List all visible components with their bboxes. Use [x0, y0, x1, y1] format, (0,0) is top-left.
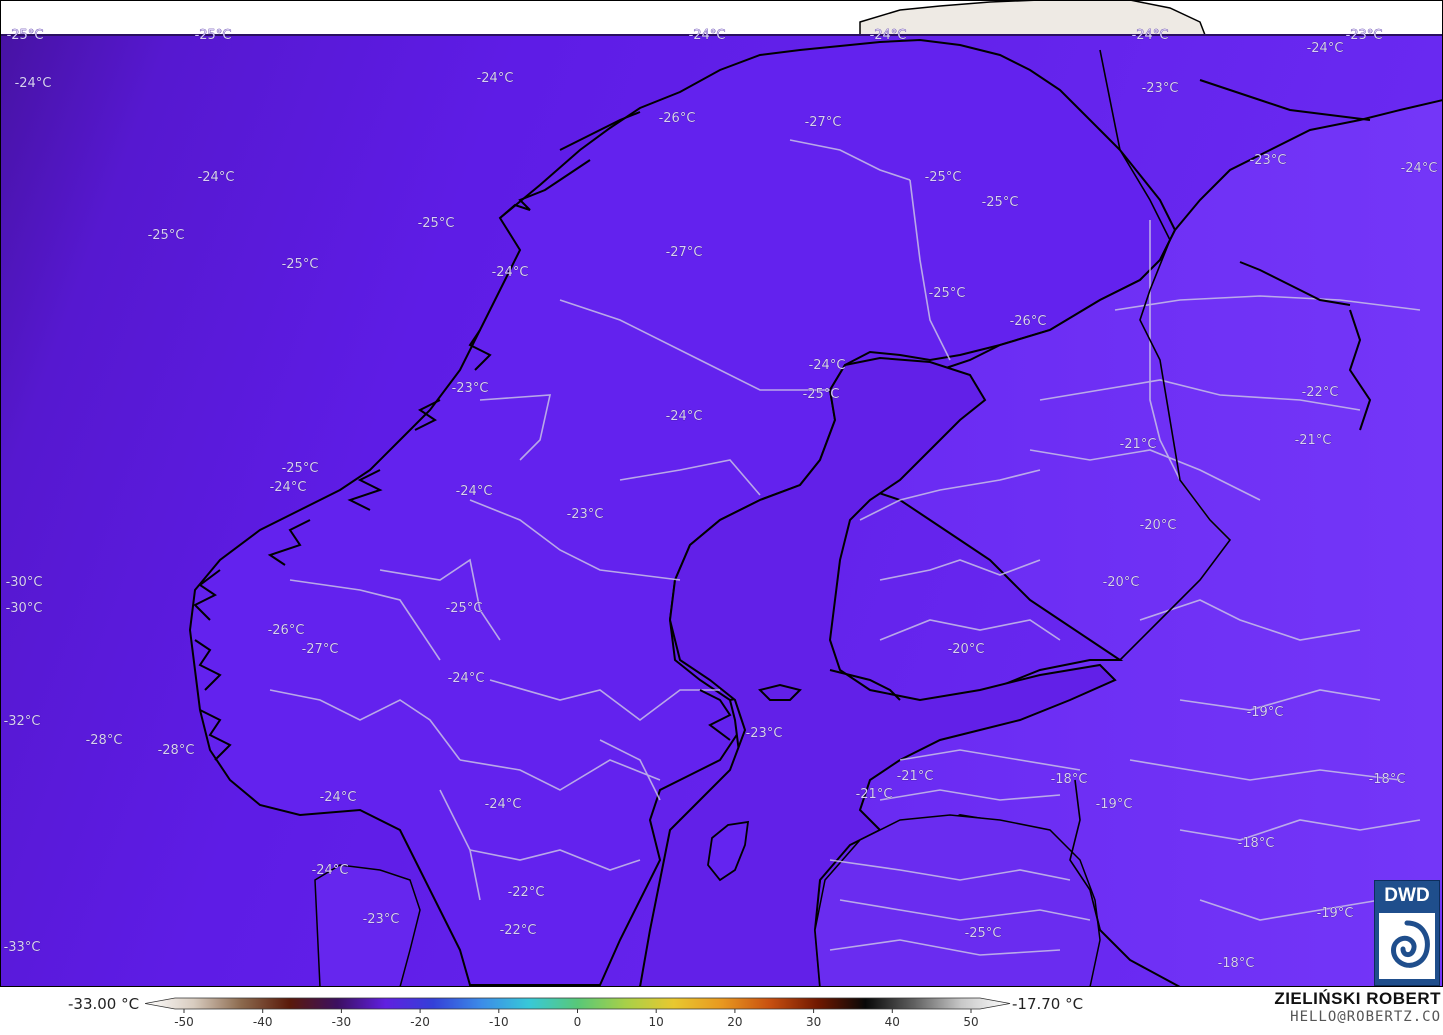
colorbar-tick-label: -20 — [410, 1015, 430, 1029]
temperature-label: -24°C — [1307, 41, 1344, 56]
temperature-label: -26°C — [1010, 314, 1047, 329]
temperature-label: -19°C — [1317, 906, 1354, 921]
temperature-label: -28°C — [158, 743, 195, 758]
temperature-label: -21°C — [897, 769, 934, 784]
temperature-label: -22°C — [500, 923, 537, 938]
temperature-label: -25°C — [282, 257, 319, 272]
temperature-label: -24°C — [456, 484, 493, 499]
temperature-label: -32°C — [4, 714, 41, 729]
colorbar-tick-label: -30 — [332, 1015, 352, 1029]
temperature-label: -24°C — [270, 480, 307, 495]
temperature-label: -33°C — [4, 940, 41, 955]
temperature-label: -23°C — [746, 726, 783, 741]
colorbar-tick-label: 0 — [574, 1015, 582, 1029]
temperature-label: -24°C — [448, 671, 485, 686]
temperature-label: -25°C — [7, 28, 44, 43]
temperature-label: -20°C — [948, 642, 985, 657]
temperature-label: -27°C — [666, 245, 703, 260]
temperature-label: -24°C — [320, 790, 357, 805]
credit-email: HELLO@ROBERTZ.CO — [1290, 1009, 1441, 1025]
temperature-label: -26°C — [268, 623, 305, 638]
temperature-label: -21°C — [1295, 433, 1332, 448]
dwd-logo-text: DWD — [1384, 885, 1430, 906]
temperature-label: -23°C — [452, 381, 489, 396]
temperature-label: -24°C — [666, 409, 703, 424]
temperature-label: -25°C — [418, 216, 455, 231]
temperature-label: -24°C — [1132, 28, 1169, 43]
temperature-label: -24°C — [477, 71, 514, 86]
temperature-label: -23°C — [1346, 28, 1383, 43]
temperature-label: -24°C — [198, 170, 235, 185]
colorbar-tick-label: -40 — [253, 1015, 273, 1029]
temperature-label: -19°C — [1247, 705, 1284, 720]
credit-block: ZIELIŃSKI ROBERT HELLO@ROBERTZ.CO — [1274, 989, 1441, 1025]
colorbar-footer: -33.00 °C -50 -40 -30 -20 -10 0 10 20 30 40 50 -17… — [0, 987, 1443, 1035]
temperature-label: -25°C — [982, 195, 1019, 210]
temperature-label: -24°C — [485, 797, 522, 812]
credit-name: ZIELIŃSKI ROBERT — [1274, 989, 1441, 1008]
temperature-label: -25°C — [195, 28, 232, 43]
temperature-label: -30°C — [6, 575, 43, 590]
temperature-label: -28°C — [86, 733, 123, 748]
colorbar: -50 -40 -30 -20 -10 0 10 20 30 40 50 — [145, 997, 1011, 1029]
temperature-label: -27°C — [805, 115, 842, 130]
temperature-label: -20°C — [1140, 518, 1177, 533]
temperature-label: -23°C — [363, 912, 400, 927]
temperature-label: -21°C — [1120, 437, 1157, 452]
temperature-label: -25°C — [282, 461, 319, 476]
temperature-label: -21°C — [856, 787, 893, 802]
temperature-label: -24°C — [689, 28, 726, 43]
temperature-label: -18°C — [1218, 956, 1255, 971]
temperature-label: -22°C — [508, 885, 545, 900]
temperature-label: -23°C — [1250, 153, 1287, 168]
colorbar-tick-label: 30 — [806, 1015, 821, 1029]
colorbar-max-label: -17.70 °C — [1012, 995, 1084, 1013]
temperature-label: -30°C — [6, 601, 43, 616]
temperature-label: -24°C — [809, 358, 846, 373]
temperature-map: -25°C -25°C -24°C -24°C -24°C-24°C-23°C-24°C… — [0, 0, 1443, 987]
temperature-label: -23°C — [1142, 81, 1179, 96]
temperature-label: -20°C — [1103, 575, 1140, 590]
colorbar-tick-label: -50 — [174, 1015, 194, 1029]
temperature-label: -25°C — [148, 228, 185, 243]
temperature-label: -18°C — [1051, 772, 1088, 787]
colorbar-tick-label: 40 — [885, 1015, 900, 1029]
temperature-label: -24°C — [1401, 161, 1438, 176]
dwd-swirl-icon — [1379, 913, 1435, 979]
temperature-label: -18°C — [1238, 836, 1275, 851]
colorbar-tick-label: -10 — [489, 1015, 509, 1029]
colorbar-tick-label: 20 — [727, 1015, 742, 1029]
colorbar-tick-label: 50 — [963, 1015, 978, 1029]
temperature-label: -19°C — [1096, 797, 1133, 812]
dwd-logo: DWD — [1374, 880, 1440, 986]
temperature-label: -24°C — [312, 863, 349, 878]
temperature-label: -25°C — [803, 387, 840, 402]
temperature-label: -25°C — [965, 926, 1002, 941]
temperature-label: -25°C — [929, 286, 966, 301]
colorbar-tick-label: 10 — [649, 1015, 664, 1029]
temperature-label: -24°C — [15, 76, 52, 91]
temperature-label: -22°C — [1302, 385, 1339, 400]
temperature-label: -25°C — [446, 601, 483, 616]
colorbar-gradient — [145, 997, 1011, 1010]
temperature-label: -25°C — [925, 170, 962, 185]
colorbar-min-label: -33.00 °C — [68, 995, 140, 1013]
temperature-label: -24°C — [870, 28, 907, 43]
temperature-label: -26°C — [659, 111, 696, 126]
temperature-label: -23°C — [567, 507, 604, 522]
temperature-label: -18°C — [1369, 772, 1406, 787]
temperature-label: -27°C — [302, 642, 339, 657]
temperature-label: -24°C — [492, 265, 529, 280]
